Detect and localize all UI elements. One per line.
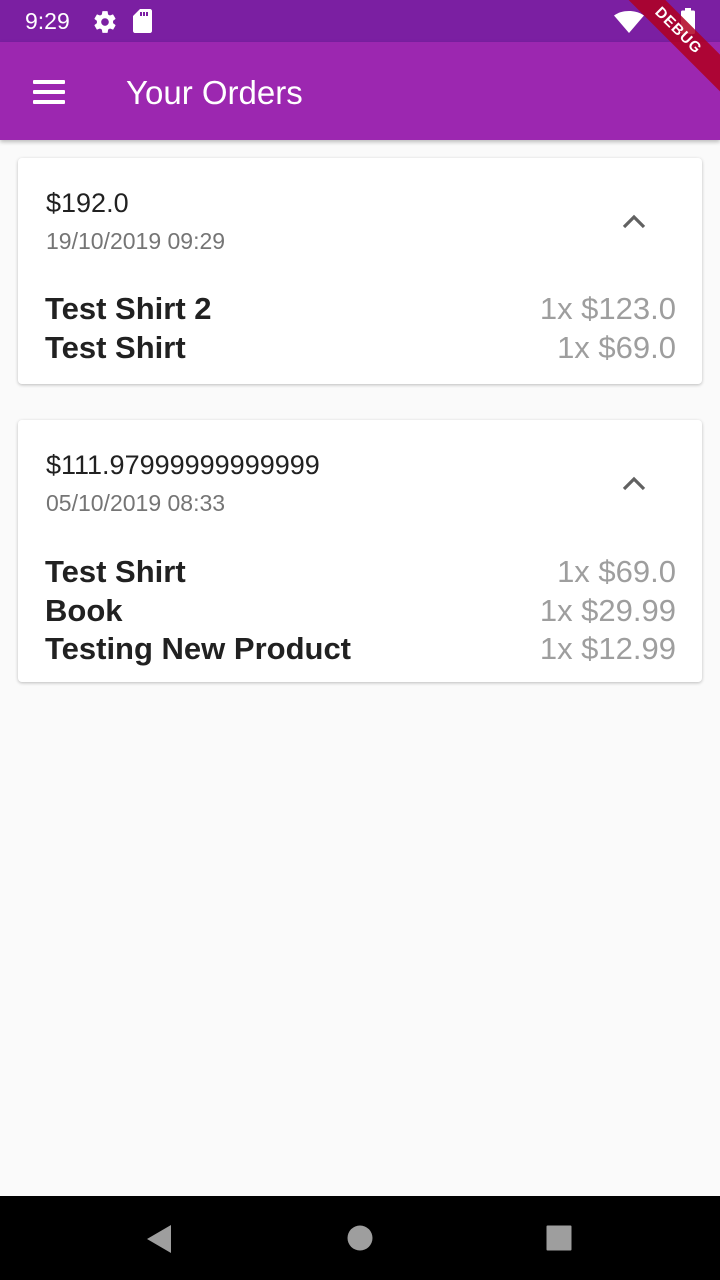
home-icon[interactable] — [347, 1225, 373, 1251]
order-item: Test Shirt 2 1x $123.0 — [45, 291, 676, 329]
order-item: Book 1x $29.99 — [45, 593, 676, 631]
status-bar: 9:29 — [0, 0, 720, 42]
menu-icon[interactable] — [33, 80, 65, 104]
order-item: Test Shirt 1x $69.0 — [45, 330, 676, 368]
chevron-up-icon[interactable] — [620, 211, 648, 231]
item-quantity-price: 1x $29.99 — [539, 593, 676, 628]
item-name: Testing New Product — [45, 631, 352, 666]
item-quantity-price: 1x $123.0 — [539, 291, 676, 326]
item-name: Test Shirt 2 — [45, 291, 212, 326]
wifi-icon — [614, 11, 644, 33]
back-icon[interactable] — [146, 1224, 172, 1254]
app-bar: Your Orders — [0, 42, 720, 140]
order-total: $192.0 — [46, 188, 129, 218]
navigation-bar — [0, 1196, 720, 1280]
order-item: Testing New Product 1x $12.99 — [45, 631, 676, 669]
page-title: Your Orders — [126, 74, 303, 111]
item-name: Test Shirt — [45, 330, 186, 365]
item-quantity-price: 1x $12.99 — [539, 631, 676, 666]
status-time: 9:29 — [25, 8, 70, 34]
order-date: 05/10/2019 08:33 — [46, 490, 226, 516]
item-quantity-price: 1x $69.0 — [557, 330, 676, 365]
gear-icon — [94, 11, 116, 33]
item-quantity-price: 1x $69.0 — [557, 554, 676, 589]
sd-card-icon — [133, 9, 152, 33]
chevron-up-icon[interactable] — [620, 473, 648, 493]
item-name: Book — [45, 593, 123, 628]
battery-icon — [681, 8, 695, 34]
order-card: $111.97999999999999 05/10/2019 08:33 Tes… — [18, 420, 702, 682]
order-card: $192.0 19/10/2019 09:29 Test Shirt 2 1x … — [18, 158, 702, 384]
order-item: Test Shirt 1x $69.0 — [45, 554, 676, 592]
order-date: 19/10/2019 09:29 — [46, 228, 226, 254]
order-total: $111.97999999999999 — [46, 450, 320, 480]
item-name: Test Shirt — [45, 554, 186, 589]
recents-icon[interactable] — [546, 1225, 572, 1251]
